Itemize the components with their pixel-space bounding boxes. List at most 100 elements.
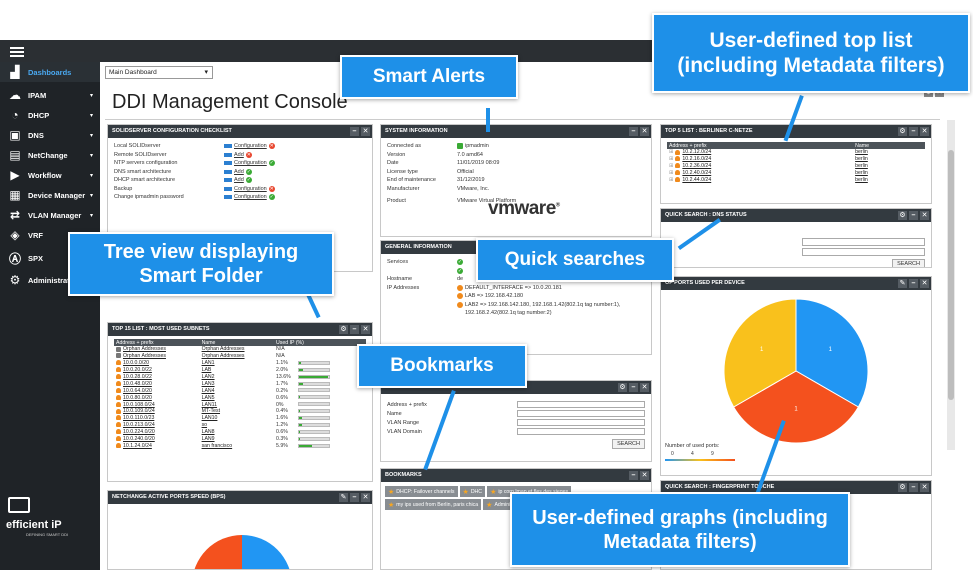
column-header[interactable]: Used IP (%) [274, 339, 366, 346]
sidebar-item-netchange[interactable]: ▤ NetChange ▾ [0, 145, 100, 165]
sidebar-item-vlan-manager[interactable]: ⇄ VLAN Manager ▾ [0, 205, 100, 225]
expand-icon[interactable]: ⊞ [669, 156, 673, 162]
subnet-name-link[interactable]: berlin [855, 177, 868, 183]
folder-icon[interactable] [8, 497, 30, 513]
sidebar-item-device-manager[interactable]: ▦ Device Manager ▾ [0, 185, 100, 205]
search-input[interactable] [517, 410, 645, 417]
subnet-name-link[interactable]: berlin [855, 163, 868, 169]
table-row[interactable]: 10.0.213.0/24 so 1.2% [114, 422, 366, 429]
expand-icon[interactable]: ⊞ [669, 163, 673, 169]
checklist-action-link[interactable]: Configuration [234, 194, 267, 200]
subnet-link[interactable]: 10.2.40.0/24 [682, 170, 711, 176]
subnet-link[interactable]: 10.0.0.0/20 [123, 360, 149, 366]
checklist-action-link[interactable]: Configuration [234, 143, 267, 149]
subnet-link[interactable]: 10.1.24.0/24 [123, 443, 152, 449]
pin-icon[interactable]: ✎ [339, 493, 348, 502]
table-row[interactable]: 10.0.64.0/20 LAN4 0.2% [114, 387, 366, 394]
netchange-pie-chart[interactable] [108, 505, 372, 570]
subnet-link[interactable]: 10.0.240.0/20 [123, 436, 155, 442]
dashboard-select[interactable]: Main Dashboard ▾ [105, 66, 213, 79]
subnet-name-link[interactable]: berlin [855, 156, 868, 162]
close-icon[interactable]: ✕ [920, 211, 929, 220]
sidebar-item-dashboards[interactable]: ▟ Dashboards [0, 62, 100, 82]
subnet-name-link[interactable]: LAN10 [202, 415, 218, 421]
close-icon[interactable]: ✕ [920, 483, 929, 492]
table-row[interactable]: 10.1.24.0/24 san francisco 5.9% [114, 442, 366, 449]
table-row[interactable]: 10.0.240.0/20 LAN9 0.3% [114, 436, 366, 443]
checklist-action-link[interactable]: Configuration [234, 186, 267, 192]
expand-icon[interactable]: ⊞ [669, 149, 673, 155]
column-header[interactable]: Name [853, 142, 925, 149]
gear-icon[interactable]: ⚙ [898, 211, 907, 220]
table-row[interactable]: ⊞ 10.2.44.0/24 berlin [667, 177, 925, 184]
table-row[interactable]: ⊞ 10.2.36.0/24 berlin [667, 163, 925, 170]
expand-icon[interactable]: ⊞ [669, 170, 673, 176]
dns-search-input[interactable] [802, 248, 925, 256]
checklist-action-link[interactable]: Add [234, 152, 244, 158]
sidebar-item-dns[interactable]: ▣ DNS ▾ [0, 125, 100, 145]
subnet-name-link[interactable]: LAN9 [202, 436, 215, 442]
close-icon[interactable]: ✕ [640, 383, 649, 392]
minimize-icon[interactable]: – [909, 211, 918, 220]
subnet-name-link[interactable]: san francisco [202, 443, 233, 449]
subnet-link[interactable]: Orphan Addresses [123, 353, 166, 359]
sidebar-item-workflow[interactable]: ▶ Workflow ▾ [0, 165, 100, 185]
search-button[interactable]: SEARCH [892, 259, 925, 267]
table-row[interactable]: 10.0.108.0/24 LAN11 0% [114, 401, 366, 408]
gear-icon[interactable]: ⚙ [618, 383, 627, 392]
subnet-link[interactable]: 10.0.48.0/20 [123, 381, 152, 387]
subnet-name-link[interactable]: LAN5 [202, 395, 215, 401]
subnet-link[interactable]: 10.2.44.0/24 [682, 177, 711, 183]
close-icon[interactable]: ✕ [361, 127, 370, 136]
sidebar-item-dhcp[interactable]: ◔ DHCP ▾ [0, 105, 100, 125]
column-header[interactable]: Address + prefix [114, 339, 200, 346]
subnet-link[interactable]: 10.0.28.0/22 [123, 374, 152, 380]
subnet-link[interactable]: 10.0.64.0/20 [123, 388, 152, 394]
close-icon[interactable]: ✕ [361, 325, 370, 334]
subnet-name-link[interactable]: LAN11 [202, 402, 217, 408]
checklist-action-link[interactable]: Configuration [234, 160, 267, 166]
table-row[interactable]: 10.0.80.0/20 LAN5 0.6% [114, 394, 366, 401]
bookmark-item[interactable]: ★ DHCP: Failover channels [385, 486, 458, 497]
subnet-link[interactable]: 10.0.110.0/23 [123, 415, 154, 421]
table-row[interactable]: 10.0.224.0/20 LAN8 0.6% [114, 429, 366, 436]
subnet-name-link[interactable]: LAN8 [202, 429, 215, 435]
minimize-icon[interactable]: – [350, 127, 359, 136]
subnet-name-link[interactable]: Orphan Addresses [202, 346, 245, 352]
subnet-link[interactable]: 10.2.12.0/24 [682, 149, 711, 155]
subnet-name-link[interactable]: MT-Test [202, 408, 220, 414]
table-row[interactable]: 10.0.28.0/22 LAN2 13.6% [114, 374, 366, 381]
checklist-action-link[interactable]: Add [234, 177, 244, 183]
subnet-name-link[interactable]: berlin [855, 149, 868, 155]
sidebar-item-ipam[interactable]: ☁ IPAM ▾ [0, 85, 100, 105]
checklist-action-link[interactable]: Add [234, 169, 244, 175]
close-icon[interactable]: ✕ [640, 471, 649, 480]
dns-search-input[interactable] [802, 238, 925, 246]
subnet-link[interactable]: 10.2.16.0/24 [682, 156, 711, 162]
minimize-icon[interactable]: – [350, 493, 359, 502]
gear-icon[interactable]: ⚙ [898, 483, 907, 492]
minimize-icon[interactable]: – [909, 127, 918, 136]
subnet-name-link[interactable]: LAB [202, 367, 212, 373]
subnet-link[interactable]: 10.0.20.0/22 [123, 367, 152, 373]
table-row[interactable]: ⊞ 10.2.12.0/24 berlin [667, 149, 925, 156]
table-row[interactable]: 10.0.48.0/20 LAN3 1.7% [114, 380, 366, 387]
subnet-link[interactable]: 10.0.108.0/24 [123, 402, 155, 408]
table-row[interactable]: Orphan Addresses Orphan Addresses N/A [114, 353, 366, 360]
minimize-icon[interactable]: – [629, 471, 638, 480]
subnet-name-link[interactable]: Orphan Addresses [202, 353, 245, 359]
close-icon[interactable]: ✕ [361, 493, 370, 502]
table-row[interactable]: ⊞ 10.2.16.0/24 berlin [667, 156, 925, 163]
minimize-icon[interactable]: – [629, 383, 638, 392]
menu-icon[interactable] [10, 47, 24, 57]
search-input[interactable] [517, 401, 645, 408]
subnet-name-link[interactable]: so [202, 422, 207, 428]
table-row[interactable]: 10.0.109.0/24 MT-Test 0.4% [114, 408, 366, 415]
subnet-name-link[interactable]: berlin [855, 170, 868, 176]
table-row[interactable]: 10.0.20.0/22 LAB 2.0% [114, 367, 366, 374]
search-input[interactable] [517, 428, 645, 435]
bookmark-item[interactable]: ★ DHC [459, 486, 486, 497]
table-row[interactable]: Orphan Addresses Orphan Addresses N/A [114, 346, 366, 353]
search-button[interactable]: SEARCH [612, 439, 645, 449]
column-header[interactable]: Name [199, 339, 275, 346]
